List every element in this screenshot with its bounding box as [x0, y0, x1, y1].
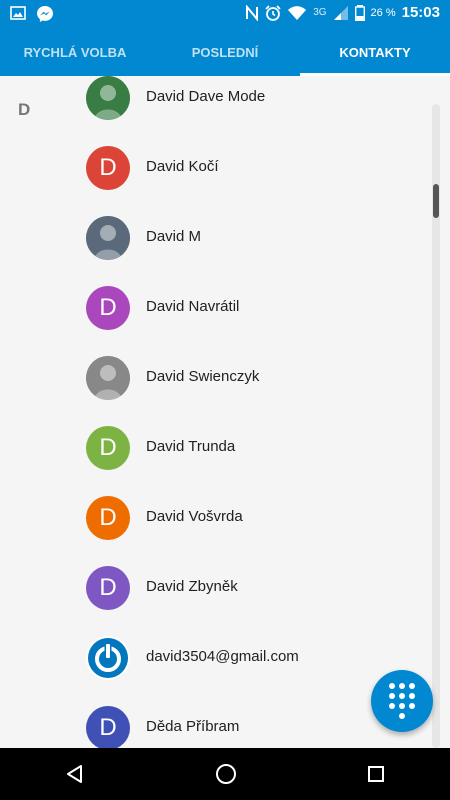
recents-icon[interactable] [366, 764, 386, 784]
contact-name: David Trunda [146, 438, 236, 455]
status-bar: 3G 26 % 15:03 [0, 0, 450, 28]
contact-name: david3504@gmail.com [146, 648, 299, 665]
contact-avatar[interactable]: D [86, 496, 130, 540]
contact-row[interactable]: D David Trunda [0, 426, 430, 496]
tab-contacts[interactable]: KONTAKTY [300, 28, 450, 76]
contact-photo[interactable] [86, 76, 130, 120]
battery-percent: 26 % [370, 6, 396, 19]
nfc-icon [246, 4, 259, 21]
dialpad-icon [389, 683, 415, 719]
contact-name: David Vošvrda [146, 508, 243, 525]
navigation-bar [0, 748, 450, 800]
contact-name: David Swienczyk [146, 368, 260, 385]
contacts-list[interactable]: D David Dave Mode D David Kočí David M D Davi… [0, 76, 450, 748]
battery-icon [354, 4, 365, 21]
scrollbar[interactable] [432, 104, 440, 748]
contact-avatar[interactable]: D [86, 426, 130, 470]
contact-avatar[interactable]: D [86, 706, 130, 748]
contact-avatar[interactable]: D [86, 286, 130, 330]
contact-avatar[interactable]: D [86, 146, 130, 190]
contact-row[interactable]: D Děda Příbram [0, 706, 430, 748]
contact-row[interactable]: david3504@gmail.com [0, 636, 430, 706]
power-icon [86, 636, 130, 680]
contact-row[interactable]: David Dave Mode [0, 76, 430, 146]
contact-row[interactable]: D David Kočí [0, 146, 430, 216]
contact-row[interactable]: D David Navrátil [0, 286, 430, 356]
tab-bar: RYCHLÁ VOLBA POSLEDNÍ KONTAKTY [0, 28, 450, 76]
gallery-icon [10, 6, 26, 20]
contact-photo[interactable] [86, 216, 130, 260]
contact-row[interactable]: D David Zbyněk [0, 566, 430, 636]
network-type: 3G [313, 7, 327, 18]
contact-name: David Dave Mode [146, 88, 266, 105]
contact-name: David Zbyněk [146, 578, 238, 595]
contact-photo[interactable] [86, 356, 130, 400]
contact-name: David Kočí [146, 158, 219, 175]
clock-time: 15:03 [401, 4, 440, 21]
tab-speed-dial[interactable]: RYCHLÁ VOLBA [0, 28, 150, 76]
scrollbar-thumb[interactable] [433, 184, 439, 218]
contact-name: Děda Příbram [146, 718, 240, 735]
tab-recent[interactable]: POSLEDNÍ [150, 28, 300, 76]
wifi-icon [288, 5, 307, 20]
contact-name: David M [146, 228, 202, 245]
alarm-icon [265, 4, 281, 21]
back-icon[interactable] [64, 763, 86, 785]
contact-avatar[interactable]: D [86, 566, 130, 610]
contact-row[interactable]: D David Vošvrda [0, 496, 430, 566]
contact-row[interactable]: David M [0, 216, 430, 286]
messenger-icon [37, 6, 53, 22]
contact-avatar[interactable] [86, 636, 130, 680]
dialpad-button[interactable] [371, 670, 433, 732]
home-icon[interactable] [214, 762, 238, 786]
signal-icon [333, 5, 348, 20]
contact-row[interactable]: David Swienczyk [0, 356, 430, 426]
contact-name: David Navrátil [146, 298, 240, 315]
